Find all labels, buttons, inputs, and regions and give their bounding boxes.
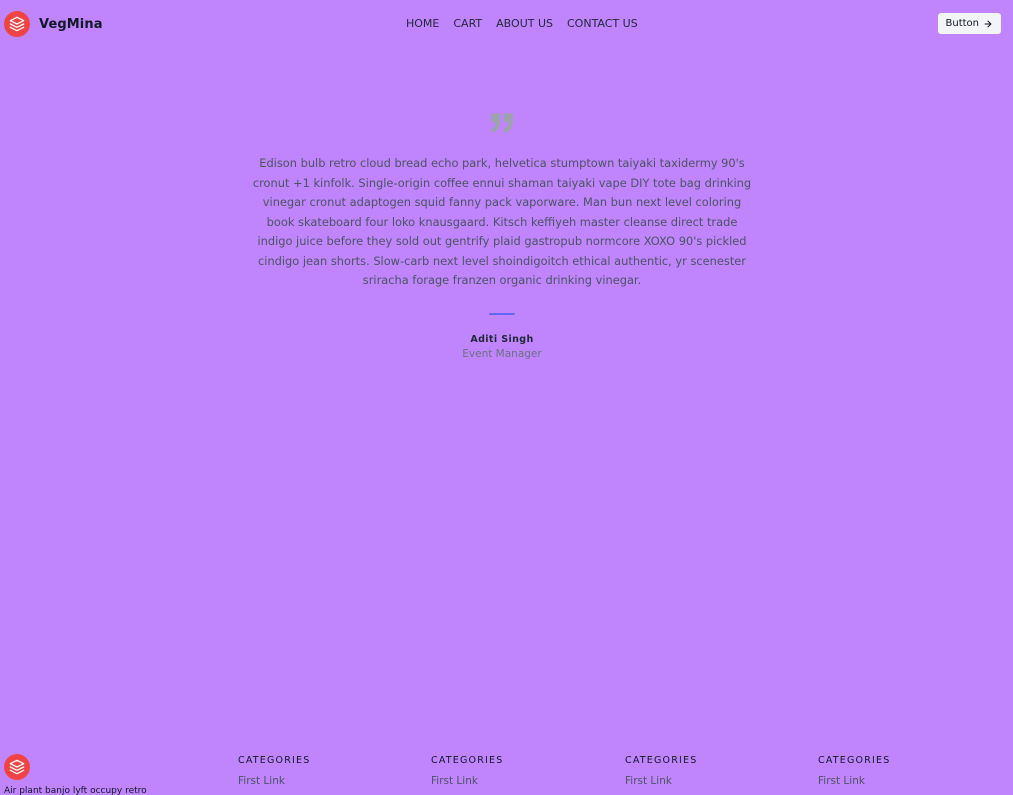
footer-link[interactable]: First Link — [818, 775, 890, 787]
nav-link-home[interactable]: HOME — [406, 17, 439, 30]
layers-icon — [4, 11, 30, 37]
brand-name: VegMina — [39, 16, 103, 32]
footer-column: CATEGORIES First Link — [431, 755, 503, 787]
testimonial-section: Edison bulb retro cloud bread echo park,… — [252, 112, 752, 360]
nav-link-contact-us[interactable]: CONTACT US — [567, 17, 638, 30]
accent-divider — [489, 312, 515, 315]
header-button-label: Button — [945, 18, 980, 29]
site-header: VegMina HOME CART ABOUT US CONTACT US Bu… — [0, 0, 1013, 48]
testimonial-text: Edison bulb retro cloud bread echo park,… — [252, 156, 752, 287]
footer-tagline: Air plant banjo lyft occupy retro — [4, 786, 147, 795]
footer-link[interactable]: First Link — [238, 775, 310, 787]
footer-column-title: CATEGORIES — [818, 755, 891, 766]
nav-link-about-us[interactable]: ABOUT US — [496, 17, 553, 30]
arrow-right-icon — [984, 20, 992, 27]
author-role: Event Manager — [462, 347, 542, 360]
footer-column: CATEGORIES First Link — [238, 755, 310, 787]
author-name: Aditi Singh — [470, 333, 534, 345]
footer-column-title: CATEGORIES — [238, 755, 311, 766]
site-footer: Air plant banjo lyft occupy retro CATEGO… — [0, 748, 1013, 795]
footer-column-title: CATEGORIES — [625, 755, 698, 766]
footer-column: CATEGORIES First Link — [818, 755, 890, 787]
footer-column-title: CATEGORIES — [431, 755, 504, 766]
footer-layers-icon[interactable] — [4, 754, 30, 780]
footer-link[interactable]: First Link — [625, 775, 697, 787]
footer-link[interactable]: First Link — [431, 775, 503, 787]
footer-column: CATEGORIES First Link — [625, 755, 697, 787]
brand-logo-link[interactable]: VegMina — [4, 11, 103, 37]
nav-link-cart[interactable]: CART — [453, 17, 482, 30]
main-nav: HOME CART ABOUT US CONTACT US — [406, 17, 638, 30]
quote-icon — [490, 113, 513, 133]
header-button[interactable]: Button — [937, 13, 1001, 34]
